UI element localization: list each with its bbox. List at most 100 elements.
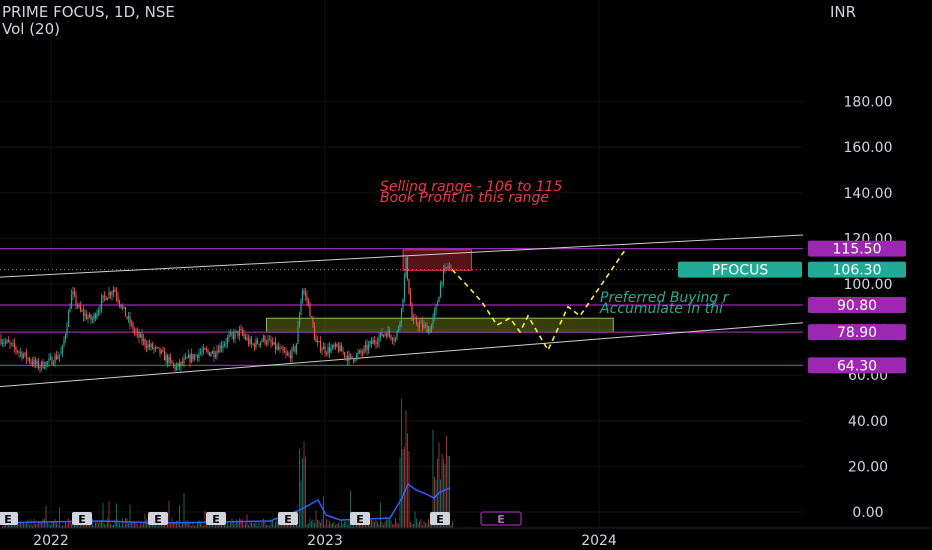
candle-body — [433, 310, 436, 317]
currency-label: INR — [830, 3, 857, 21]
candle-body — [46, 361, 49, 363]
price-axis[interactable]: -20.000.0020.0040.0060.0080.00100.00120.… — [678, 0, 932, 550]
event-markers[interactable]: EEEEEEEE — [0, 511, 522, 526]
candle-body — [382, 334, 385, 337]
candle-body — [351, 355, 353, 359]
volume-bar — [119, 523, 120, 528]
volume-bar — [336, 523, 338, 528]
event-marker-label: E — [78, 513, 86, 526]
price-chart[interactable]: Selling range - 106 to 115 Book Profit i… — [0, 0, 932, 550]
candle-body — [112, 289, 115, 293]
candle-body — [121, 306, 124, 308]
volume-bar — [390, 520, 392, 528]
price-tick-label: 160.00 — [844, 140, 893, 156]
volume-bar — [47, 522, 48, 528]
volume-bar — [332, 523, 333, 528]
candle-body — [312, 317, 314, 327]
candle-body — [391, 338, 394, 341]
candle-body — [66, 326, 68, 335]
earnings-event-marker: E — [148, 512, 168, 526]
volume-bar — [398, 523, 399, 528]
candle-body — [436, 302, 439, 307]
candle-body — [205, 349, 208, 351]
volume-bar — [107, 518, 108, 528]
candle-body — [303, 290, 305, 294]
volume-bar — [126, 518, 128, 528]
candle-body — [79, 305, 82, 311]
candle-body — [33, 359, 35, 365]
candle-body — [141, 334, 143, 342]
candle-body — [198, 353, 200, 358]
candle-body — [210, 353, 212, 356]
volume-bar — [300, 480, 302, 528]
candle-body — [342, 351, 344, 353]
event-marker-label: E — [154, 513, 162, 526]
volume-bar — [377, 521, 378, 528]
candle-body — [16, 350, 19, 353]
volume-bar — [137, 523, 138, 528]
volume-bar — [384, 521, 386, 528]
candle-body — [199, 352, 202, 354]
volume-indicator-label[interactable]: Vol (20) — [2, 20, 60, 38]
price-line-badge: 64.30 — [808, 357, 906, 374]
volume-bar — [236, 519, 237, 528]
candle-body — [24, 352, 26, 355]
candle-body — [168, 357, 170, 364]
candle-body — [234, 331, 236, 339]
volume-bar — [402, 449, 404, 528]
candle-body — [18, 352, 20, 353]
candle-body — [43, 367, 46, 369]
price-tick-label: 100.00 — [844, 277, 893, 293]
candle-body — [282, 347, 284, 352]
candle-body — [180, 361, 182, 367]
future-event-marker: E — [480, 511, 522, 526]
book-profit-text: Book Profit in this range — [380, 190, 549, 206]
volume-bar — [312, 519, 314, 528]
volume-bar — [413, 523, 414, 528]
candle-body — [283, 351, 286, 353]
candle-body — [196, 354, 199, 358]
volume-bar — [396, 522, 398, 528]
volume-bar — [417, 522, 419, 528]
candle-body — [348, 354, 350, 362]
candle-body — [256, 339, 259, 344]
candle-body — [138, 332, 140, 338]
volume-bar — [198, 520, 200, 528]
candle-body — [412, 317, 415, 321]
candle-body — [424, 324, 427, 326]
candle-body — [166, 355, 169, 364]
volume-bar — [177, 520, 179, 528]
price-line-badge: 115.50 — [808, 240, 906, 258]
volume-bar — [375, 519, 377, 528]
candle-body — [55, 355, 58, 359]
volume-bar — [345, 521, 347, 528]
volume-bar — [92, 518, 93, 528]
candle-body — [288, 354, 290, 356]
candle-body — [445, 267, 448, 269]
candle-body — [45, 361, 47, 368]
candle-body — [111, 292, 113, 296]
candle-body — [123, 306, 125, 308]
candle-body — [3, 342, 5, 344]
price-tick-label: 0.00 — [852, 505, 883, 521]
candle-body — [243, 334, 245, 337]
candle-body — [25, 352, 28, 359]
candle-body — [22, 354, 25, 358]
candle-body — [76, 304, 79, 307]
candle-body — [171, 360, 173, 364]
time-axis[interactable]: 2022 2023 2024 — [0, 527, 932, 550]
candle-body — [297, 325, 299, 344]
price-tick-label: 140.00 — [844, 186, 893, 202]
candle-body — [292, 346, 295, 349]
volume-bar — [186, 520, 188, 528]
candle-body — [396, 331, 398, 338]
earnings-event-marker: E — [430, 512, 450, 526]
volume-bar — [326, 519, 327, 528]
volume-bar — [53, 521, 54, 528]
candle-body — [169, 357, 172, 361]
volume-bar — [170, 523, 171, 528]
candle-body — [213, 351, 215, 357]
volume-bar — [26, 522, 27, 528]
candle-body — [93, 314, 95, 320]
volume-bar — [239, 518, 240, 528]
